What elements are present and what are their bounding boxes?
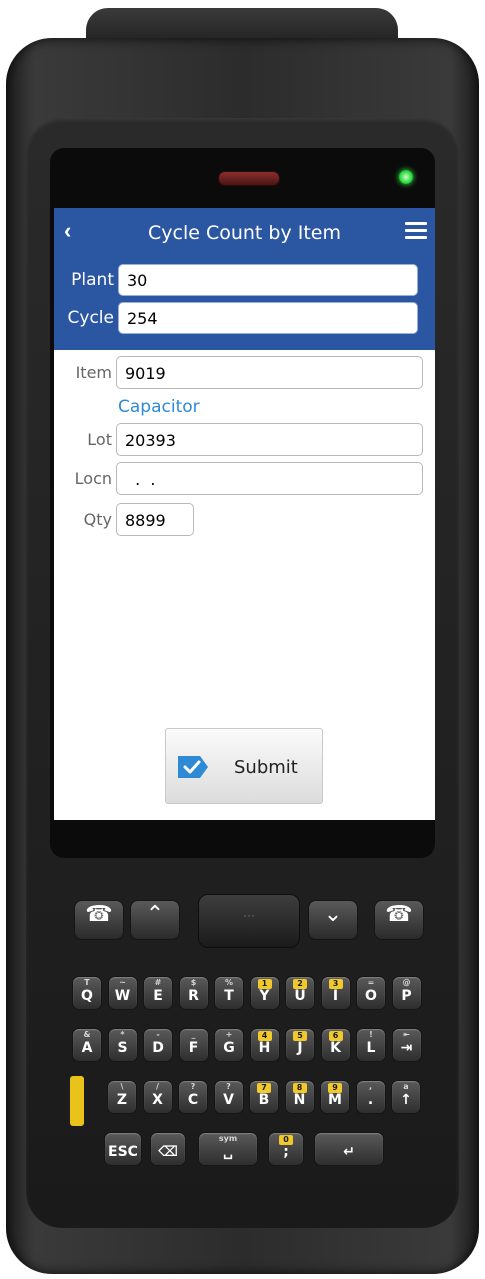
item-row: Item 9019: [54, 356, 423, 389]
cycle-label: Cycle: [67, 308, 114, 328]
key-i[interactable]: 3I: [320, 976, 351, 1010]
locn-label: Locn: [74, 469, 112, 488]
key-k[interactable]: 6K: [320, 1028, 351, 1062]
enter-key[interactable]: ↵: [314, 1132, 384, 1166]
hardware-keypad: ☎ ⌃ ··· ⌄ ☎ T Q ~ W # E $ R% T 1 Y 2 U 3 I = O @ P & A * S - D _…: [52, 894, 437, 1200]
key-q[interactable]: TQ: [72, 976, 102, 1010]
shift-yellow-key[interactable]: [70, 1076, 84, 1126]
lot-row: Lot 20393: [54, 423, 423, 456]
esc-key[interactable]: ESC: [104, 1132, 142, 1166]
locn-input[interactable]: . .: [116, 462, 423, 495]
key-b[interactable]: 7B: [249, 1080, 279, 1114]
key-p[interactable]: @ P: [391, 976, 422, 1010]
cycle-input[interactable]: 254: [118, 302, 418, 334]
earpiece-speaker: [218, 171, 280, 186]
key-j[interactable]: 5J: [285, 1028, 315, 1062]
key-n[interactable]: 8N: [284, 1080, 315, 1114]
page-title: Cycle Count by Item: [147, 222, 342, 244]
key-u[interactable]: 2U: [285, 976, 315, 1010]
semicolon-key[interactable]: 0;: [268, 1132, 304, 1166]
key-l[interactable]: ! L: [356, 1028, 386, 1062]
qty-label: Qty: [83, 510, 112, 529]
key-special-8[interactable]: a ↑: [391, 1080, 421, 1114]
mobile-computer-device: ‹ Cycle Count by Item Plant 30 Cycle 254…: [0, 0, 485, 1279]
key-y[interactable]: 1Y: [249, 976, 280, 1010]
app-screen: ‹ Cycle Count by Item Plant 30 Cycle 254…: [54, 208, 435, 820]
item-input[interactable]: 9019: [116, 356, 423, 389]
locn-row: Locn . .: [54, 462, 423, 495]
key-e[interactable]: # E: [143, 976, 173, 1010]
key-h[interactable]: 4H: [249, 1028, 280, 1062]
plant-label: Plant: [71, 270, 114, 290]
key-g[interactable]: + G: [214, 1028, 244, 1062]
key-z[interactable]: \ Z: [107, 1080, 137, 1114]
key-r[interactable]: $ R: [178, 976, 209, 1010]
call-key[interactable]: ☎: [74, 900, 124, 940]
status-led: [399, 170, 413, 184]
backspace-key[interactable]: ⌫: [150, 1132, 186, 1166]
key-f[interactable]: _ F: [178, 1028, 209, 1062]
key-v[interactable]: ? V: [213, 1080, 244, 1114]
key-o[interactable]: = O: [356, 976, 386, 1010]
scroll-up-key[interactable]: ⌃: [130, 900, 180, 940]
scan-trigger-key[interactable]: ···: [198, 894, 300, 948]
title-bar: ‹ Cycle Count by Item: [54, 208, 435, 258]
submit-label: Submit: [234, 757, 298, 778]
checkmark-tag-icon: [178, 756, 208, 778]
key-m[interactable]: 9M: [320, 1080, 350, 1114]
item-label: Item: [75, 363, 112, 382]
cycle-row: Cycle 254: [54, 300, 418, 336]
plant-input[interactable]: 30: [118, 264, 418, 296]
key-w[interactable]: ~ W: [107, 976, 138, 1010]
app-header: ‹ Cycle Count by Item Plant 30 Cycle 254: [54, 208, 435, 350]
qty-input[interactable]: 8899: [116, 503, 194, 536]
submit-button[interactable]: Submit: [165, 728, 323, 804]
lot-label: Lot: [87, 430, 112, 449]
hamburger-menu-icon[interactable]: [405, 222, 427, 239]
space-key[interactable]: sym ␣: [198, 1132, 258, 1166]
plant-row: Plant 30: [54, 262, 418, 298]
item-description: Capacitor: [118, 397, 200, 417]
key-a[interactable]: & A: [72, 1028, 102, 1062]
lot-input[interactable]: 20393: [116, 423, 423, 456]
key-c[interactable]: ? C: [178, 1080, 208, 1114]
qty-row: Qty 8899: [54, 503, 194, 536]
key-d[interactable]: -D: [143, 1028, 173, 1062]
key-special-9[interactable]: ⇤ ⇥: [391, 1028, 422, 1062]
key-s[interactable]: * S: [107, 1028, 138, 1062]
key-t[interactable]: % T: [214, 976, 244, 1010]
end-call-key[interactable]: ☎: [374, 900, 424, 940]
key-special-7[interactable]: ,.: [355, 1080, 386, 1114]
scroll-down-key[interactable]: ⌄: [308, 900, 358, 940]
key-x[interactable]: / X: [142, 1080, 173, 1114]
